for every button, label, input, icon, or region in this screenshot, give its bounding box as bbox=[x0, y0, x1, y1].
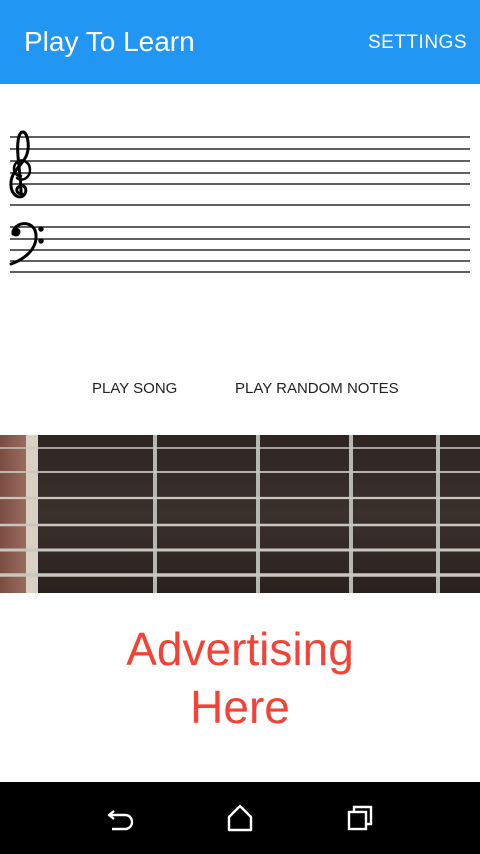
action-row: PLAY SONG PLAY RANDOM NOTES bbox=[0, 372, 480, 412]
treble-clef-icon bbox=[9, 130, 32, 199]
play-song-button[interactable]: PLAY SONG bbox=[92, 380, 177, 397]
ad-line-2: Here bbox=[190, 681, 290, 733]
ad-line-1: Advertising bbox=[126, 623, 354, 675]
advertising-banner[interactable]: Advertising Here bbox=[0, 620, 480, 750]
system-nav-bar bbox=[0, 782, 480, 854]
recents-button[interactable] bbox=[344, 802, 376, 834]
treble-staff bbox=[10, 136, 470, 185]
bass-staff bbox=[10, 204, 470, 273]
back-button[interactable] bbox=[104, 802, 136, 834]
home-icon bbox=[227, 804, 253, 832]
grand-staff bbox=[0, 84, 480, 304]
settings-button[interactable]: SETTINGS bbox=[368, 30, 467, 56]
app-bar: Play To Learn SETTINGS bbox=[0, 0, 480, 84]
app-title: Play To Learn bbox=[24, 26, 195, 57]
bass-clef-icon bbox=[9, 222, 44, 266]
back-icon bbox=[107, 810, 134, 831]
recents-icon bbox=[347, 805, 373, 831]
play-random-notes-button[interactable]: PLAY RANDOM NOTES bbox=[235, 380, 399, 397]
guitar-fretboard[interactable] bbox=[0, 435, 480, 593]
home-button[interactable] bbox=[224, 802, 256, 834]
